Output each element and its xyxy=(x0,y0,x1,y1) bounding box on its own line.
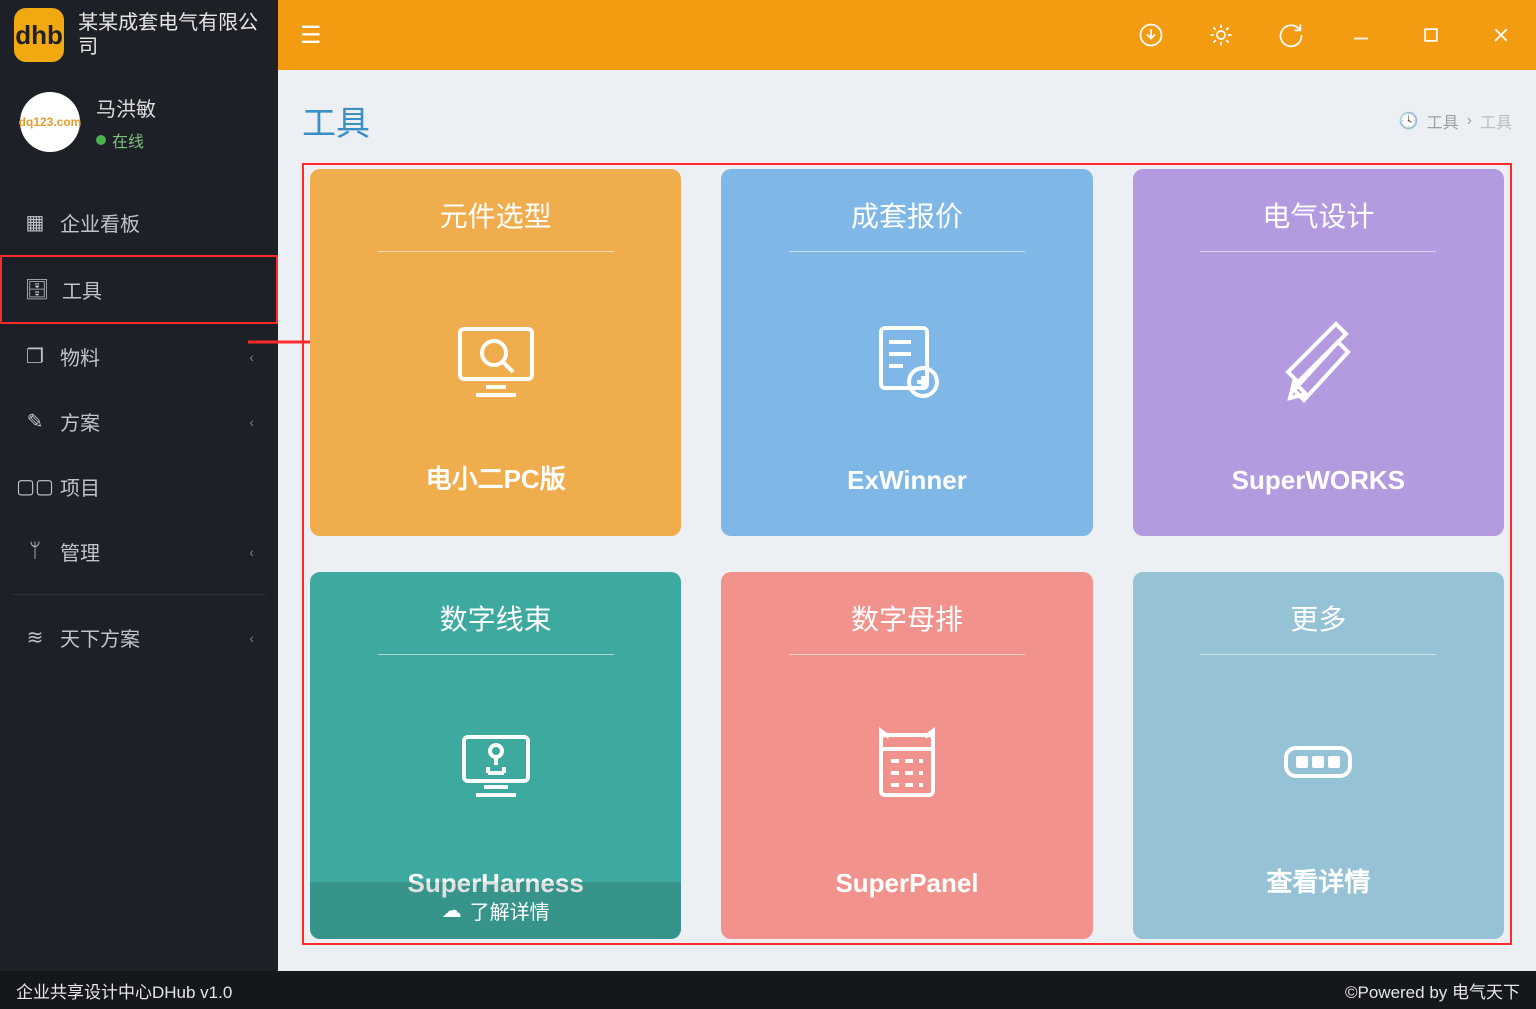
tool-card-1[interactable]: 成套报价 ExWinner xyxy=(721,169,1092,536)
tool-card-0[interactable]: 元件选型电小二PC版 xyxy=(310,169,681,536)
nav-primary: ▦ 企业看板 🗄 工具 ❐ 物料 ‹ ✎ 方案 ‹ ▢ xyxy=(0,190,278,670)
card-caption: SuperWORKS xyxy=(1232,465,1405,496)
brand-logo: dhb xyxy=(14,8,64,62)
sitemap-icon: ᛘ xyxy=(24,540,46,563)
sidebar-item-label: 项目 xyxy=(60,472,100,501)
tool-card-4[interactable]: 数字母排 SuperPanel xyxy=(721,572,1092,939)
card-caption: ExWinner xyxy=(847,465,967,496)
sidebar-item-dashboard[interactable]: ▦ 企业看板 xyxy=(0,190,278,255)
chevron-left-icon: ‹ xyxy=(249,544,254,560)
cards-wrap: 元件选型电小二PC版 成套报价 ExWinner 电气设计 SuperWORKS 数字线束… xyxy=(302,163,1512,945)
breadcrumb-root[interactable]: 工具 xyxy=(1427,109,1459,133)
close-icon[interactable] xyxy=(1466,0,1536,70)
card-title: 更多 xyxy=(1290,598,1346,638)
gauge-icon: 🕓 xyxy=(1399,111,1419,131)
sidebar-item-label: 方案 xyxy=(60,407,100,436)
sidebar-item-label: 管理 xyxy=(60,537,100,566)
card-title: 数字线束 xyxy=(440,598,552,638)
edit-icon: ✎ xyxy=(24,409,46,434)
sidebar-item-admin[interactable]: ᛘ 管理 ‹ xyxy=(0,519,278,584)
chevron-right-icon: › xyxy=(1467,112,1472,130)
tool-card-5[interactable]: 更多查看详情 xyxy=(1133,572,1504,939)
status-badge: 在线 xyxy=(96,128,156,152)
dashboard-icon: ▦ xyxy=(24,210,46,235)
footer: 企业共享设计中心DHub v1.0 ©Powered by 电气天下 xyxy=(0,971,1536,1009)
brand-name: 某某成套电气有限公司 xyxy=(78,11,264,59)
sidebar: dq123.com 马洪敏 在线 ▦ 企业看板 🗄 工具 ❐ 物料 xyxy=(0,70,278,971)
divider xyxy=(789,251,1025,252)
layers-icon: ≋ xyxy=(24,625,46,650)
footer-left: 企业共享设计中心DHub v1.0 xyxy=(16,978,232,1003)
maximize-icon[interactable] xyxy=(1396,0,1466,70)
cloud-download-icon: ☁ xyxy=(442,898,462,923)
sidebar-item-label: 工具 xyxy=(62,275,102,304)
card-caption: SuperPanel xyxy=(835,868,978,899)
sidebar-item-materials[interactable]: ❐ 物料 ‹ xyxy=(0,324,278,389)
monitor-search-icon xyxy=(446,270,546,447)
hamburger-icon[interactable]: ☰ xyxy=(278,21,344,50)
grid-icon: ▢▢ xyxy=(24,474,46,499)
sidebar-item-plans[interactable]: ✎ 方案 ‹ xyxy=(0,389,278,454)
card-title: 数字母排 xyxy=(851,598,963,638)
panel-icon xyxy=(857,673,957,856)
divider xyxy=(378,654,614,655)
card-title: 成套报价 xyxy=(851,195,963,235)
chevron-left-icon: ‹ xyxy=(249,349,254,365)
sidebar-item-label: 天下方案 xyxy=(60,623,140,652)
footer-right: ©Powered by 电气天下 xyxy=(1345,978,1520,1003)
breadcrumb: 🕓 工具 › 工具 xyxy=(1399,109,1512,133)
chevron-left-icon: ‹ xyxy=(249,414,254,430)
settings-icon[interactable] xyxy=(1186,0,1256,70)
sidebar-item-world-plans[interactable]: ≋ 天下方案 ‹ xyxy=(0,605,278,670)
avatar[interactable]: dq123.com xyxy=(20,92,80,152)
divider xyxy=(789,654,1025,655)
card-title: 电气设计 xyxy=(1262,195,1374,235)
card-caption: 查看详情 xyxy=(1266,862,1370,899)
invoice-icon xyxy=(857,270,957,453)
tool-card-3[interactable]: 数字线束SuperHarness☁了解详情 xyxy=(310,572,681,939)
details-button[interactable]: ☁了解详情 xyxy=(310,882,681,939)
breadcrumb-leaf: 工具 xyxy=(1480,109,1512,133)
page-title: 工具 xyxy=(302,96,370,145)
harness-icon xyxy=(446,673,546,856)
divider xyxy=(1200,251,1436,252)
sidebar-item-projects[interactable]: ▢▢ 项目 xyxy=(0,454,278,519)
minimize-icon[interactable] xyxy=(1326,0,1396,70)
divider xyxy=(378,251,614,252)
card-title: 元件选型 xyxy=(440,195,552,235)
content: 工具 🕓 工具 › 工具 元件选型电小二PC版 成套报价 ExWinner 电气设计 S… xyxy=(278,70,1536,971)
refresh-icon[interactable] xyxy=(1256,0,1326,70)
user-block: dq123.com 马洪敏 在线 xyxy=(0,70,278,180)
nav-separator xyxy=(12,594,266,595)
sidebar-item-label: 物料 xyxy=(60,342,100,371)
more-icon xyxy=(1268,673,1368,850)
briefcase-icon: 🗄 xyxy=(26,277,48,302)
brand: dhb 某某成套电气有限公司 xyxy=(0,0,278,70)
cube-icon: ❐ xyxy=(24,344,46,369)
sidebar-item-tools[interactable]: 🗄 工具 xyxy=(0,255,278,324)
tool-card-2[interactable]: 电气设计 SuperWORKS xyxy=(1133,169,1504,536)
chevron-left-icon: ‹ xyxy=(249,630,254,646)
card-caption: 电小二PC版 xyxy=(426,459,566,496)
divider xyxy=(1200,654,1436,655)
user-name: 马洪敏 xyxy=(96,93,156,122)
download-icon[interactable] xyxy=(1116,0,1186,70)
sidebar-item-label: 企业看板 xyxy=(60,208,140,237)
design-icon xyxy=(1268,270,1368,453)
titlebar: dhb 某某成套电气有限公司 ☰ xyxy=(0,0,1536,70)
